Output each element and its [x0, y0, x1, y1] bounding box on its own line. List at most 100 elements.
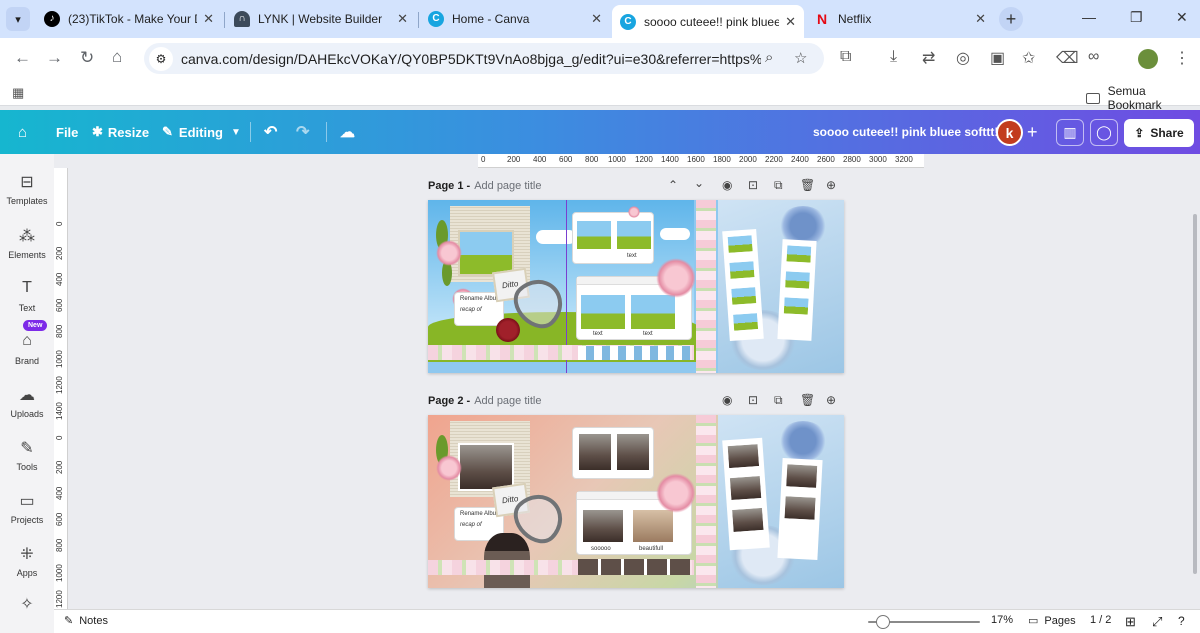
ruler-tick: 0 — [481, 155, 486, 164]
user-avatar[interactable]: k — [996, 119, 1023, 146]
netflix-icon: N — [816, 10, 828, 27]
hide-icon[interactable]: ◉ — [722, 393, 732, 407]
rose-sticker — [656, 473, 696, 513]
minimize-icon[interactable]: — — [1082, 9, 1096, 25]
help-icon[interactable]: ? — [1178, 614, 1185, 628]
sidebar-item-label: Templates — [6, 196, 48, 206]
forward-icon[interactable]: → — [46, 48, 63, 68]
pages-button[interactable]: ▭ Pages — [1028, 614, 1076, 628]
bookmark-folder[interactable]: Semua Bookmark — [1086, 84, 1200, 112]
trash-icon[interactable]: 🗑 — [800, 178, 815, 192]
download-icon[interactable]: ⤓ — [890, 48, 897, 66]
sidebar-item-text[interactable]: T Text — [0, 279, 54, 313]
translate-icon[interactable]: ⇄ — [922, 48, 935, 68]
add-page-icon[interactable]: ⊕ — [826, 393, 836, 407]
cloud-save-icon[interactable]: ☁ — [340, 110, 355, 154]
file-menu[interactable]: File — [56, 110, 78, 154]
apps-grid-icon[interactable]: ▦ — [12, 85, 24, 101]
reload-icon[interactable]: ↻ — [80, 48, 94, 68]
editing-mode-dropdown[interactable]: ✎ Editing ▼ — [162, 110, 241, 154]
ruler-tick: 2600 — [817, 155, 835, 164]
tab-tiktok[interactable]: ♪ (23)TikTok - Make Your Day ✕ — [36, 5, 222, 32]
site-info-icon[interactable]: ⚙ — [149, 46, 173, 71]
insights-button[interactable]: ▥ — [1056, 119, 1084, 146]
move-down-icon[interactable]: ⌄ — [694, 176, 704, 190]
close-tab-icon[interactable]: ✕ — [591, 11, 602, 27]
ruler-tick: 2200 — [765, 155, 783, 164]
close-tab-icon[interactable]: ✕ — [785, 14, 796, 30]
close-window-icon[interactable]: ✕ — [1176, 9, 1188, 26]
fullscreen-icon[interactable]: ⤢ — [1152, 614, 1162, 630]
wax-seal — [496, 318, 520, 342]
link-icon[interactable]: ∞ — [1088, 48, 1099, 66]
close-tab-icon[interactable]: ✕ — [975, 11, 986, 27]
tab-title: Netflix — [838, 11, 872, 26]
tab-title: soooo cuteee!! pink bluee so — [644, 14, 780, 29]
new-tab-button[interactable]: + — [999, 7, 1023, 31]
favorite-icon[interactable]: ✩ — [1022, 48, 1035, 68]
resize-button[interactable]: ✱ Resize — [92, 110, 149, 154]
restore-icon[interactable]: ❐ — [1130, 9, 1143, 26]
duplicate-icon[interactable]: ⧉ — [774, 393, 783, 408]
zoom-search-icon[interactable]: ⌕ — [765, 49, 773, 66]
zoom-slider-thumb[interactable] — [876, 615, 890, 629]
floral-divider — [696, 200, 716, 373]
sidebar-item-apps[interactable]: ⁜ Apps — [0, 544, 54, 578]
sidebar-item-tools[interactable]: ✎ Tools — [0, 438, 54, 472]
move-up-icon[interactable]: ⌃ — [668, 178, 678, 192]
add-collaborator-icon[interactable]: + — [1027, 122, 1038, 143]
more-menu-icon[interactable]: ⋮ — [1174, 48, 1190, 68]
vertical-scrollbar[interactable] — [1193, 214, 1197, 574]
design-title[interactable]: soooo cuteee!! pink bluee softtt! — [813, 110, 998, 154]
share-button[interactable]: ⇪ Share — [1124, 119, 1194, 147]
sidebar-item-brand[interactable]: ⌂ Brand — [0, 332, 54, 366]
bookmark-star-icon[interactable]: ☆ — [794, 49, 807, 67]
canvas-workspace[interactable]: 0 200 400 600 800 1000 1200 1400 1600 18… — [54, 154, 1200, 609]
page-title-input[interactable]: Add page title — [474, 180, 541, 192]
profile-avatar[interactable] — [1138, 49, 1158, 69]
ruler-tick: 1200 — [55, 590, 64, 608]
sparkle-icon: ✱ — [92, 124, 103, 139]
trash-icon[interactable]: 🗑 — [800, 393, 815, 407]
page-1-canvas[interactable]: Rename Album recap of Ditto text text te… — [428, 200, 844, 373]
screenshot-icon[interactable]: ◎ — [956, 48, 970, 68]
duplicate-icon[interactable]: ⧉ — [774, 178, 783, 193]
grid-view-icon[interactable]: ⊞ — [1125, 614, 1136, 630]
delete-icon[interactable]: ⌫ — [1056, 48, 1079, 68]
extensions-icon[interactable]: ⧉ — [840, 48, 851, 66]
tab-netflix[interactable]: N Netflix ✕ — [806, 5, 994, 32]
close-tab-icon[interactable]: ✕ — [203, 11, 214, 27]
sidebar-item-projects[interactable]: ▭ Projects — [0, 491, 54, 525]
page-2-canvas[interactable]: Rename Album recap of Ditto sooooo beaut… — [428, 415, 844, 588]
hide-icon[interactable]: ◉ — [722, 178, 732, 192]
tab-search-icon[interactable]: ▾ — [6, 7, 30, 31]
page-title-input[interactable]: Add page title — [474, 395, 541, 407]
media-icon[interactable]: ▣ — [990, 48, 1005, 68]
comments-button[interactable]: ◯ — [1090, 119, 1118, 146]
sidebar-item-templates[interactable]: ⊟ Templates — [0, 172, 54, 206]
close-tab-icon[interactable]: ✕ — [397, 11, 408, 27]
sidebar-item-uploads[interactable]: ☁ Uploads — [0, 385, 54, 419]
card-caption: beautifull — [639, 546, 664, 552]
lock-icon[interactable]: ⊡ — [748, 393, 758, 407]
address-bar[interactable]: ⚙ canva.com/design/DAHEkcVOKaY/QY0BP5DKT… — [144, 43, 824, 74]
photo-strip — [722, 437, 770, 551]
album-card-subtitle: recap of — [460, 522, 482, 528]
tab-design-active[interactable]: C soooo cuteee!! pink bluee so ✕ — [612, 5, 804, 38]
notes-button[interactable]: ✎ Notes — [64, 614, 108, 628]
sidebar-item-elements[interactable]: ⁂ Elements — [0, 226, 54, 260]
lock-icon[interactable]: ⊡ — [748, 178, 758, 192]
redo-icon[interactable]: ↷ — [296, 110, 309, 154]
add-page-icon[interactable]: ⊕ — [826, 178, 836, 192]
ruler-tick: 1000 — [55, 350, 64, 368]
home-icon[interactable]: ⌂ — [112, 47, 122, 67]
zoom-level[interactable]: 17% — [991, 614, 1013, 626]
tab-lynk[interactable]: ∩ LYNK | Website Builder ✕ — [226, 5, 416, 32]
ruler-tick: 800 — [55, 324, 64, 338]
undo-icon[interactable]: ↶ — [264, 110, 277, 154]
home-icon[interactable]: ⌂ — [18, 110, 27, 154]
url-text[interactable]: canva.com/design/DAHEkcVOKaY/QY0BP5DKTt9… — [181, 51, 761, 67]
back-icon[interactable]: ← — [14, 48, 31, 68]
tab-home-canva[interactable]: C Home - Canva ✕ — [420, 5, 610, 32]
ruler-tick: 3000 — [869, 155, 887, 164]
